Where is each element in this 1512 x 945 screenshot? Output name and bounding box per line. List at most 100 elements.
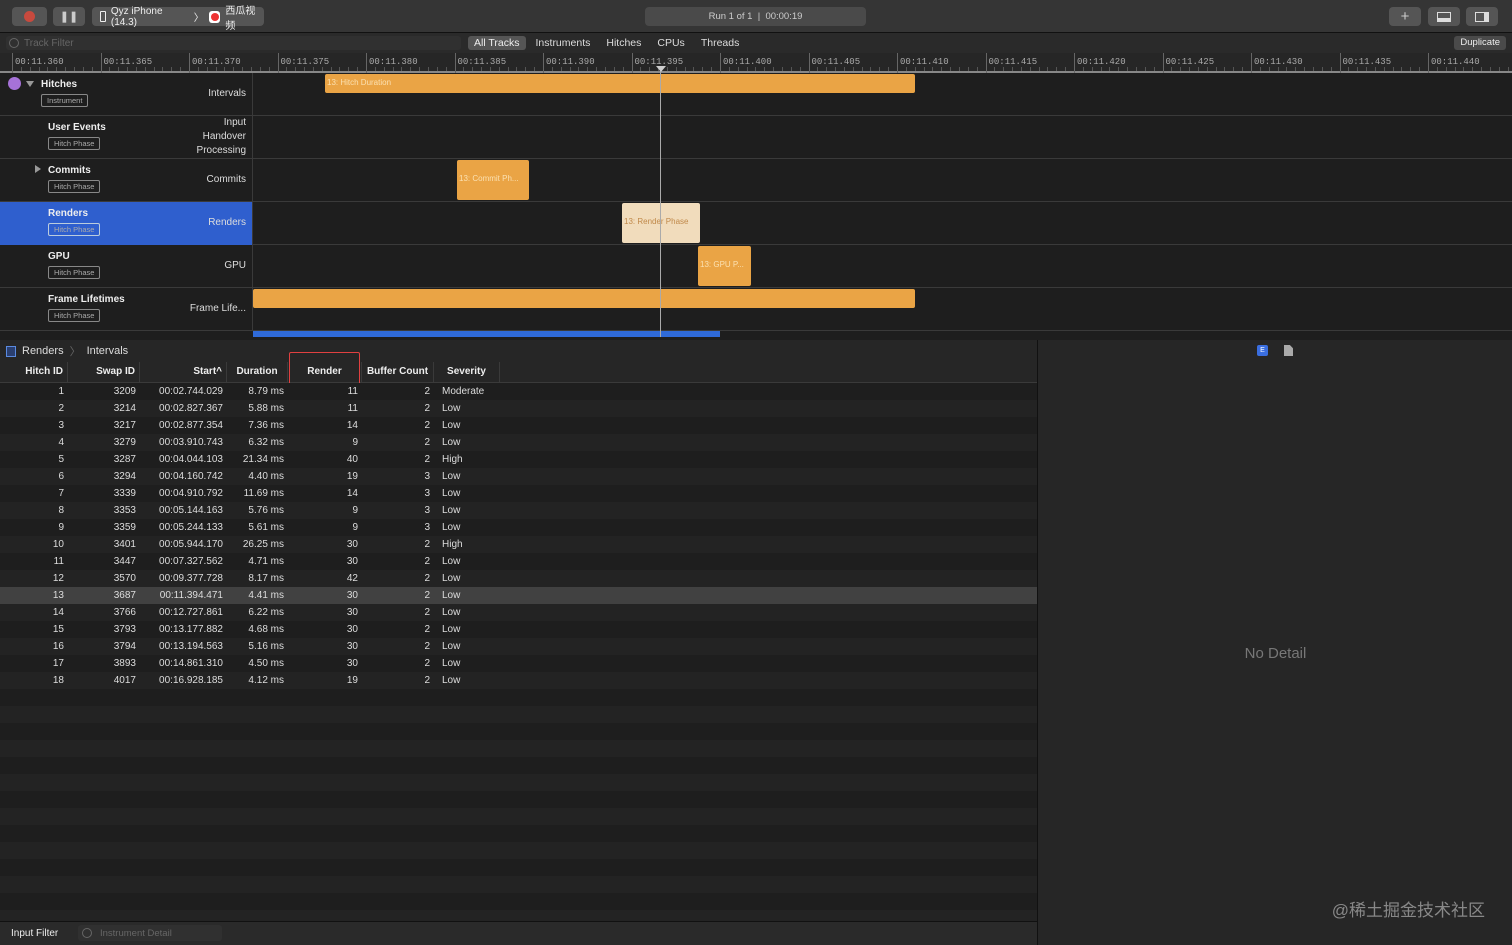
ruler-minor-tick (675, 67, 677, 71)
cell-render-count: 30 (346, 641, 358, 652)
table-row[interactable]: 4 3279 00:03.910.743 6.32 ms 9 2 Low (0, 434, 1037, 451)
run-status[interactable]: Run 1 of 1 | 00:00:19 (645, 7, 866, 26)
ruler-minor-tick (1268, 67, 1270, 71)
track-filter-input[interactable]: Track Filter (6, 36, 461, 50)
table-row[interactable]: 2 3214 00:02.827.367 5.88 ms 11 2 Low (0, 400, 1037, 417)
table-row[interactable]: 13 3687 00:11.394.471 4.41 ms 30 2 Low (0, 587, 1037, 604)
duplicate-button[interactable]: Duplicate (1454, 36, 1506, 50)
toggle-right-panel-button[interactable] (1466, 7, 1498, 26)
cell-buffer-count: 3 (424, 488, 430, 499)
tab-threads[interactable]: Threads (695, 36, 746, 50)
table-row[interactable]: 5 3287 00:04.044.103 21.34 ms 40 2 High (0, 451, 1037, 468)
column-header-start[interactable]: Start^ (140, 362, 227, 383)
ruler-minor-tick (1463, 67, 1465, 71)
table-row[interactable]: 11 3447 00:07.327.562 4.71 ms 30 2 Low (0, 553, 1037, 570)
empty-row (0, 774, 1037, 791)
tab-instruments[interactable]: Instruments (530, 36, 597, 50)
tab-all-tracks[interactable]: All Tracks (468, 36, 526, 50)
track-user-events[interactable]: User Events Hitch Phase Input Handover Pro… (0, 116, 1512, 159)
ruler-minor-tick (144, 67, 146, 71)
toggle-bottom-panel-button[interactable] (1428, 7, 1460, 26)
table-row[interactable]: 6 3294 00:04.160.742 4.40 ms 19 3 Low (0, 468, 1037, 485)
cell-buffer-count: 2 (424, 556, 430, 567)
commit-phase-bar[interactable]: 13: Commit Ph... (457, 160, 529, 200)
track-header[interactable]: Hitches Instrument Intervals (0, 73, 253, 116)
column-header-buffer-count[interactable]: Buffer Count (362, 362, 434, 383)
extended-detail-icon[interactable]: E (1257, 345, 1268, 356)
table-row[interactable]: 15 3793 00:13.177.882 4.68 ms 30 2 Low (0, 621, 1037, 638)
cell-buffer-count: 2 (424, 658, 430, 669)
target-selector[interactable]: Qyz iPhone (14.3) 〉 西瓜视频 (92, 5, 264, 32)
hitch-duration-bar[interactable]: 13: Hitch Duration (325, 74, 915, 93)
ruler-minor-tick (135, 67, 137, 71)
disclosure-down-icon[interactable] (26, 81, 34, 87)
table-row[interactable]: 12 3570 00:09.377.728 8.17 ms 42 2 Low (0, 570, 1037, 587)
cell-buffer-count: 2 (424, 624, 430, 635)
ruler-minor-tick (693, 67, 695, 71)
track-commits[interactable]: Commits Hitch Phase Commits (0, 159, 1512, 202)
cell-render-count: 30 (346, 539, 358, 550)
track-gpu[interactable]: GPU Hitch Phase GPU (0, 245, 1512, 288)
cell-buffer-count: 2 (424, 539, 430, 550)
cell-swap-id: 3217 (113, 420, 136, 431)
ruler-minor-tick (286, 67, 288, 71)
timeline-ruler[interactable]: 00:11.360 00:11.365 00:11.370 00:11.375 00:1… (0, 53, 1512, 73)
table-row[interactable]: 10 3401 00:05.944.170 26.25 ms 30 2 High (0, 536, 1037, 553)
tab-cpus[interactable]: CPUs (651, 36, 690, 50)
disclosure-right-icon[interactable] (35, 165, 41, 173)
track-renders[interactable]: Renders Hitch Phase Renders (0, 202, 1512, 245)
ruler-minor-tick (29, 67, 31, 71)
frame-lifetime-bar[interactable] (253, 289, 915, 308)
column-header-hitch-id[interactable]: Hitch ID (0, 362, 68, 383)
cell-buffer-count: 3 (424, 505, 430, 516)
cell-severity: High (442, 539, 463, 550)
track-header[interactable]: User Events Hitch Phase Input Handover Pro… (0, 116, 253, 159)
ruler-minor-tick (410, 67, 412, 71)
cell-duration: 5.16 ms (248, 641, 284, 652)
table-row[interactable]: 8 3353 00:05.144.163 5.76 ms 9 3 Low (0, 502, 1037, 519)
cell-duration: 8.17 ms (248, 573, 284, 584)
column-header-swap-id[interactable]: Swap ID (68, 362, 140, 383)
column-header-severity[interactable]: Severity (434, 362, 500, 383)
breadcrumb-renders[interactable]: Renders (22, 345, 64, 357)
record-button[interactable] (12, 7, 47, 26)
ruler-minor-tick (38, 67, 40, 71)
ruler-minor-tick (171, 67, 173, 71)
playhead-handle-icon[interactable] (656, 66, 666, 72)
cell-start: 00:02.877.354 (159, 420, 223, 431)
instrument-detail-filter-input[interactable]: Instrument Detail (78, 925, 222, 941)
tab-hitches[interactable]: Hitches (600, 36, 647, 50)
pause-button[interactable]: ❚❚ (53, 7, 85, 26)
playhead[interactable] (660, 66, 661, 337)
column-header-duration[interactable]: Duration (227, 362, 288, 383)
track-header[interactable]: Frame Lifetimes Hitch Phase Frame Life... (0, 288, 253, 331)
track-lane-label: Intervals (208, 88, 246, 99)
input-filter-label[interactable]: Input Filter (11, 928, 58, 939)
document-icon[interactable] (1284, 345, 1293, 356)
track-header[interactable]: Commits Hitch Phase Commits (0, 159, 253, 202)
table-row[interactable]: 18 4017 00:16.928.185 4.12 ms 19 2 Low (0, 672, 1037, 689)
table-row[interactable]: 7 3339 00:04.910.792 11.69 ms 14 3 Low (0, 485, 1037, 502)
cell-severity: Low (442, 624, 461, 635)
add-button[interactable]: + (1389, 7, 1421, 26)
table-row[interactable]: 16 3794 00:13.194.563 5.16 ms 30 2 Low (0, 638, 1037, 655)
cell-start: 00:14.861.310 (159, 658, 223, 669)
table-row[interactable]: 14 3766 00:12.727.861 6.22 ms 30 2 Low (0, 604, 1037, 621)
app-icon (208, 10, 221, 23)
track-header[interactable]: GPU Hitch Phase GPU (0, 245, 253, 288)
table-row[interactable]: 1 3209 00:02.744.029 8.79 ms 11 2 Moderate (0, 383, 1037, 400)
device-name: Qyz iPhone (14.3) (110, 5, 163, 28)
ruler-minor-tick (1507, 67, 1509, 71)
ruler-minor-tick (304, 67, 306, 71)
render-phase-bar[interactable]: 13: Render Phase (622, 203, 700, 243)
track-header[interactable]: Renders Hitch Phase Renders (0, 202, 253, 245)
ruler-minor-tick (1445, 67, 1447, 71)
table-row[interactable]: 3 3217 00:02.877.354 7.36 ms 14 2 Low (0, 417, 1037, 434)
table-row[interactable]: 9 3359 00:05.244.133 5.61 ms 9 3 Low (0, 519, 1037, 536)
ruler-minor-tick (914, 67, 916, 71)
ruler-minor-tick (118, 67, 120, 71)
detail-panel: E No Detail @稀土掘金技术社区 (1037, 340, 1512, 945)
table-row[interactable]: 17 3893 00:14.861.310 4.50 ms 30 2 Low (0, 655, 1037, 672)
gpu-phase-bar[interactable]: 13: GPU P... (698, 246, 751, 286)
breadcrumb-intervals[interactable]: Intervals (87, 345, 129, 357)
